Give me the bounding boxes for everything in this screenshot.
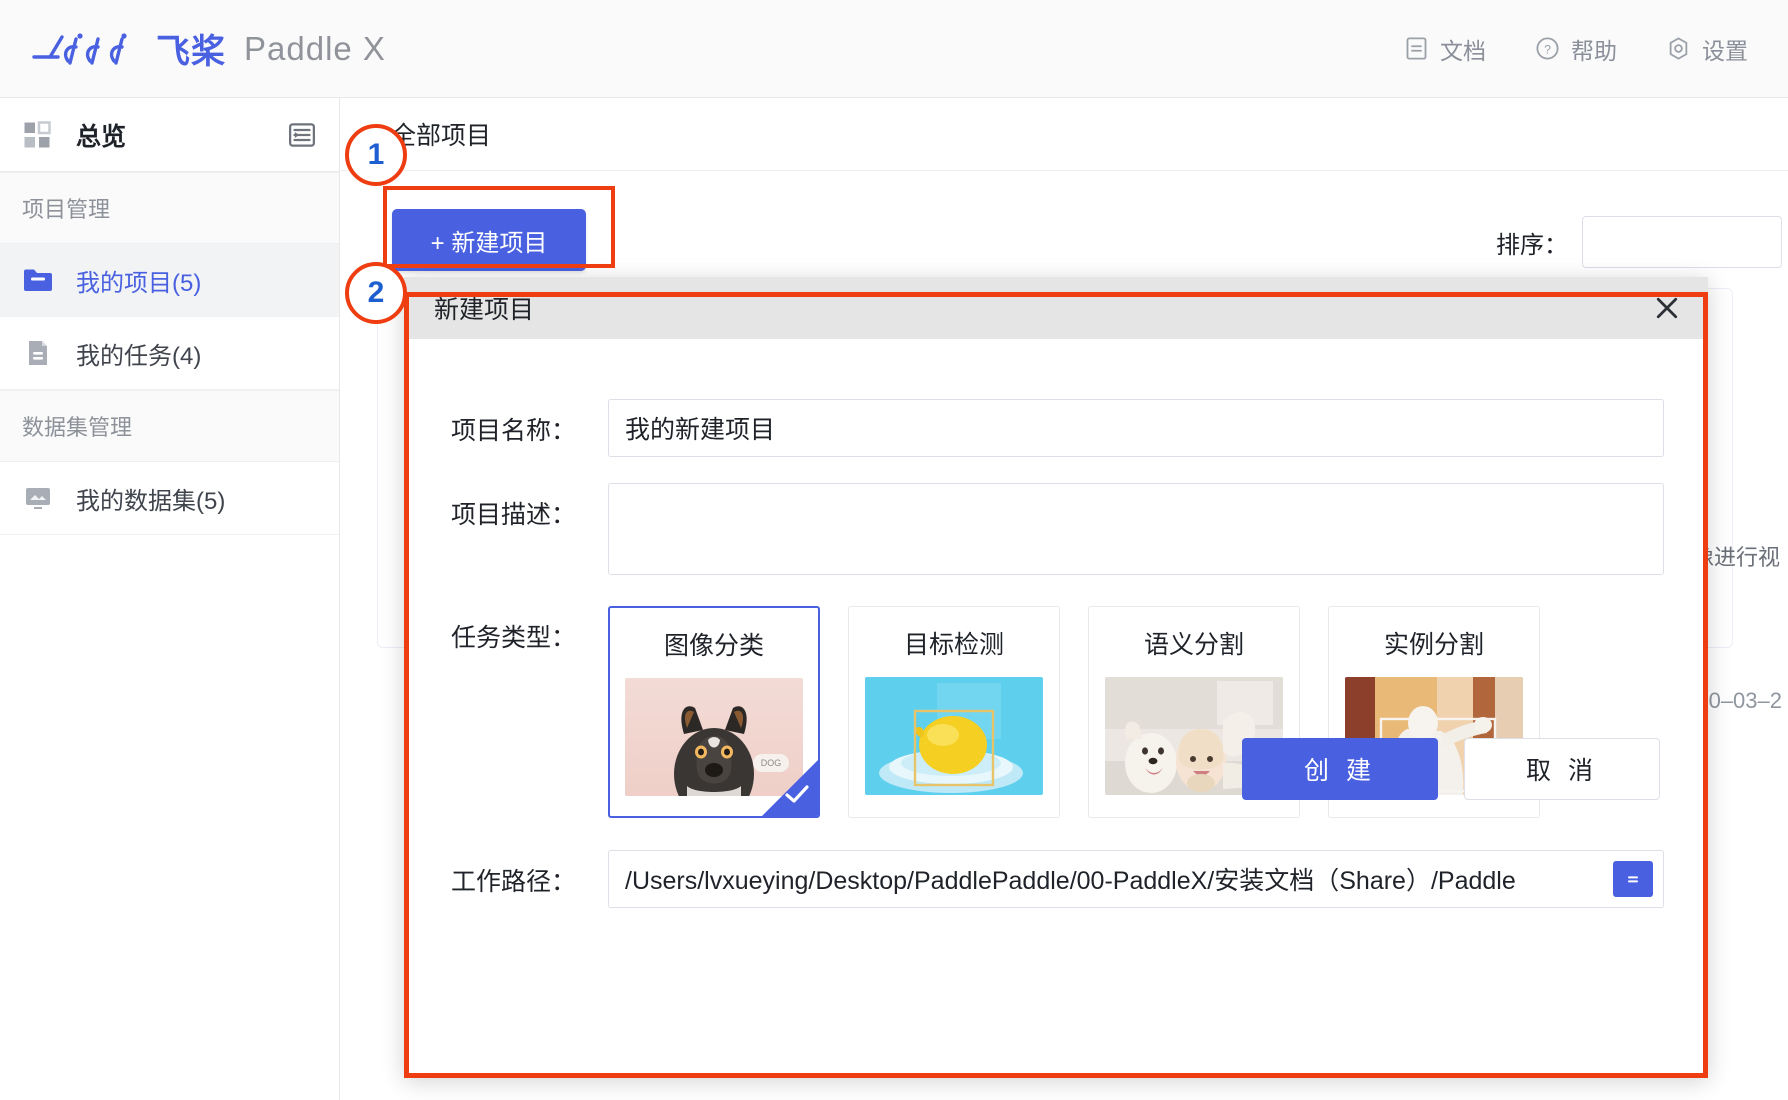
task-type-card-label: 实例分割 xyxy=(1383,631,1484,659)
nav-item-docs[interactable]: 文档 xyxy=(1403,32,1486,66)
paddle-logo-icon xyxy=(32,32,127,65)
dialog-actions: 创 建 取 消 xyxy=(1242,738,1660,800)
brand-name-cn: 飞桨 xyxy=(156,33,226,71)
task-type-card-object-detection[interactable]: 目标检测 xyxy=(848,606,1060,818)
sidebar-overview-label: 总览 xyxy=(76,122,127,151)
dialog-title: 新建项目 xyxy=(434,296,535,324)
field-row-work-path: 工作路径： /Users/lvxueying/Desktop/PaddlePad… xyxy=(422,850,1664,908)
svg-text:?: ? xyxy=(1544,43,1551,57)
field-row-project-desc: 项目描述： xyxy=(422,483,1664,580)
sidebar-group-datasets-label: 数据集管理 xyxy=(22,415,133,440)
sidebar-item-overview[interactable]: 总览 xyxy=(0,98,339,172)
task-type-card-label: 图像分类 xyxy=(663,632,764,660)
sidebar-group-projects-label: 项目管理 xyxy=(22,197,111,222)
sidebar-item-my-projects[interactable]: 我的项目(5) xyxy=(0,244,339,317)
check-icon xyxy=(783,783,811,810)
toolbar-divider xyxy=(341,170,1788,171)
nav-item-settings[interactable]: 设置 xyxy=(1665,32,1748,66)
project-desc-label: 项目描述： xyxy=(450,501,576,529)
project-name-input[interactable] xyxy=(608,399,1664,457)
folder-browse-icon[interactable] xyxy=(1613,861,1653,897)
sidebar-item-my-tasks[interactable]: 我的任务(4) xyxy=(0,317,339,390)
dataset-icon xyxy=(22,484,54,512)
nav-item-settings-label: 设置 xyxy=(1702,37,1748,64)
nav-item-help[interactable]: ? 帮助 xyxy=(1534,32,1617,66)
new-project-dialog: 新建项目 项目名称： 项目描述： xyxy=(404,277,1708,1077)
sidebar: 总览 项目管理 我的项目(5) 我的任务(4) 数据集管理 我的数据集(5) xyxy=(0,98,340,1100)
field-row-project-name: 项目名称： xyxy=(422,399,1664,457)
sidebar-item-my-projects-label: 我的项目(5) xyxy=(76,269,202,297)
project-desc-field xyxy=(608,483,1664,580)
grid-icon xyxy=(22,120,52,150)
cancel-button[interactable]: 取 消 xyxy=(1464,738,1660,800)
sidebar-group-projects: 项目管理 xyxy=(0,172,339,244)
nav-item-docs-label: 文档 xyxy=(1440,37,1486,64)
sort-control: 排序： xyxy=(1496,216,1782,268)
folder-icon xyxy=(22,266,54,294)
page-title: 全部项目 xyxy=(391,122,492,150)
file-icon xyxy=(22,339,54,367)
task-type-card-label: 目标检测 xyxy=(903,631,1004,659)
sidebar-item-my-datasets[interactable]: 我的数据集(5) xyxy=(0,462,339,535)
task-type-label: 任务类型： xyxy=(450,624,576,652)
sort-label: 排序： xyxy=(1496,231,1568,259)
lemon-on-plate-thumbnail xyxy=(865,677,1043,795)
brand-logo[interactable]: 飞桨 Paddle X xyxy=(28,24,386,73)
work-path-value: /Users/lvxueying/Desktop/PaddlePaddle/00… xyxy=(625,867,1516,895)
new-project-button[interactable]: + 新建项目 xyxy=(392,209,586,271)
project-card-date: 20–03–2 xyxy=(1696,688,1782,713)
top-bar: 飞桨 Paddle X 文档 ? 帮助 设置 xyxy=(0,0,1788,98)
work-path-field[interactable]: /Users/lvxueying/Desktop/PaddlePaddle/00… xyxy=(608,850,1664,908)
sidebar-item-my-datasets-label: 我的数据集(5) xyxy=(76,487,226,515)
sidebar-group-datasets: 数据集管理 xyxy=(0,390,339,462)
dialog-header: 新建项目 xyxy=(404,277,1708,339)
create-button[interactable]: 创 建 xyxy=(1242,738,1438,800)
top-nav: 文档 ? 帮助 设置 xyxy=(1403,32,1748,66)
task-type-card-label: 语义分割 xyxy=(1143,631,1244,659)
project-name-label: 项目名称： xyxy=(450,417,576,445)
collapse-panel-icon[interactable] xyxy=(287,120,317,150)
question-circle-icon: ? xyxy=(1536,37,1559,60)
document-icon xyxy=(1406,37,1427,60)
sidebar-item-my-tasks-label: 我的任务(4) xyxy=(76,342,202,370)
sort-select[interactable] xyxy=(1582,216,1782,268)
app-root: 飞桨 Paddle X 文档 ? 帮助 设置 总览 项目管理 我的项目(5) 我… xyxy=(0,0,1788,1100)
nav-item-help-label: 帮助 xyxy=(1571,37,1617,64)
project-name-field xyxy=(608,399,1664,457)
work-path-label: 工作路径： xyxy=(450,868,576,896)
dialog-body: 项目名称： 项目描述： 任务类型： 图像分 xyxy=(404,339,1708,908)
task-type-card-image-classification[interactable]: 图像分类 DOG xyxy=(608,606,820,818)
close-icon[interactable] xyxy=(1652,293,1682,323)
project-desc-textarea[interactable] xyxy=(608,483,1664,575)
brand-name-en: Paddle X xyxy=(244,29,386,67)
gear-icon xyxy=(1669,37,1688,60)
